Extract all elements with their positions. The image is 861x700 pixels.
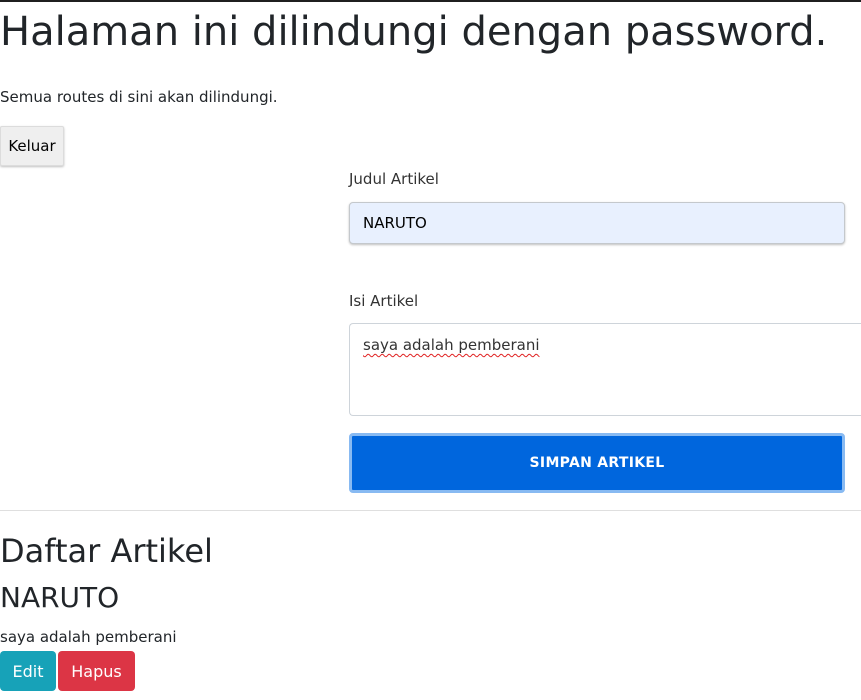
page-title: Halaman ini dilindungi dengan password. [0, 9, 828, 55]
article-title-label: Judul Artikel [349, 170, 439, 188]
section-divider [0, 510, 861, 511]
top-border [0, 0, 861, 2]
article-title-input[interactable] [349, 202, 845, 244]
logout-button[interactable]: Keluar [0, 126, 64, 166]
edit-article-button[interactable]: Edit [0, 651, 56, 691]
article-list-heading: Daftar Artikel [0, 532, 213, 570]
page-description: Semua routes di sini akan dilindungi. [0, 88, 278, 106]
article-content-label: Isi Artikel [349, 292, 419, 310]
article-content-textarea[interactable]: saya adalah pemberani [349, 323, 861, 416]
article-item-title: NARUTO [0, 581, 120, 614]
delete-article-button[interactable]: Hapus [58, 651, 135, 691]
save-article-button[interactable]: SIMPAN ARTIKEL [349, 433, 845, 493]
page: Halaman ini dilindungi dengan password. … [0, 0, 861, 700]
article-item-body: saya adalah pemberani [0, 628, 177, 646]
